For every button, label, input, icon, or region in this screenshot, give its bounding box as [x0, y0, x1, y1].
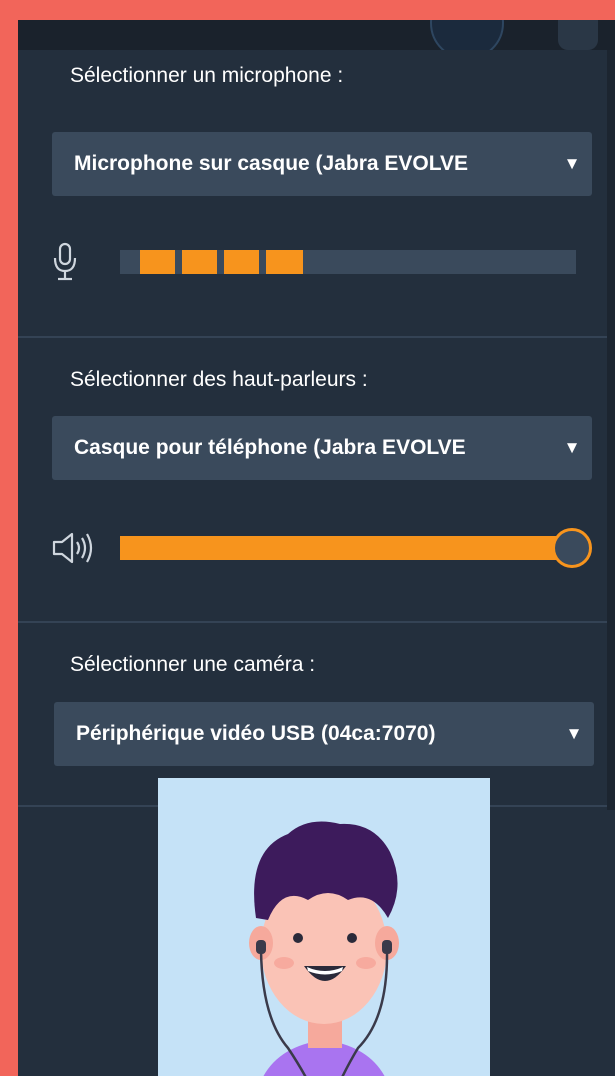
top-right-button[interactable] [558, 20, 598, 50]
speaker-label: Sélectionner des haut-parleurs : [70, 368, 368, 391]
camera-label: Sélectionner une caméra : [70, 653, 316, 676]
volume-fill [120, 536, 574, 560]
avatar-illustration-icon [249, 821, 399, 1076]
audio-video-settings-popover: Sélectionner un microphone : Microphone … [18, 50, 607, 1076]
microphone-label: Sélectionner un microphone : [70, 64, 344, 87]
camera-select[interactable]: Périphérique vidéo USB (04ca:7070) ▼ [54, 702, 594, 766]
microphone-select[interactable]: Microphone sur casque (Jabra EVOLVE ▼ [52, 132, 592, 196]
camera-select-value: Périphérique vidéo USB (04ca:7070) [76, 722, 436, 745]
section-divider [18, 336, 607, 338]
speaker-section: Sélectionner des haut-parleurs : Casque … [18, 340, 607, 625]
speaker-select[interactable]: Casque pour téléphone (Jabra EVOLVE ▼ [52, 416, 592, 480]
camera-preview [158, 778, 490, 1076]
level-segment [182, 250, 217, 274]
level-segment [266, 250, 303, 274]
chevron-down-icon: ▼ [565, 724, 583, 743]
app-window: Sélectionner un microphone : Microphone … [18, 20, 615, 1076]
volume-slider-handle[interactable] [552, 528, 592, 568]
level-segment [140, 250, 175, 274]
microphone-section: Sélectionner un microphone : Microphone … [18, 50, 607, 340]
microphone-select-value: Microphone sur casque (Jabra EVOLVE [74, 152, 469, 175]
speaker-volume-slider[interactable] [120, 528, 592, 568]
microphone-icon [53, 242, 77, 281]
section-divider [18, 621, 607, 623]
chevron-down-icon: ▼ [563, 154, 581, 173]
speaker-icon [52, 532, 93, 564]
microphone-level-meter [120, 250, 576, 274]
speaker-select-value: Casque pour téléphone (Jabra EVOLVE [74, 436, 466, 459]
chevron-down-icon: ▼ [563, 438, 581, 457]
level-segment [224, 250, 259, 274]
